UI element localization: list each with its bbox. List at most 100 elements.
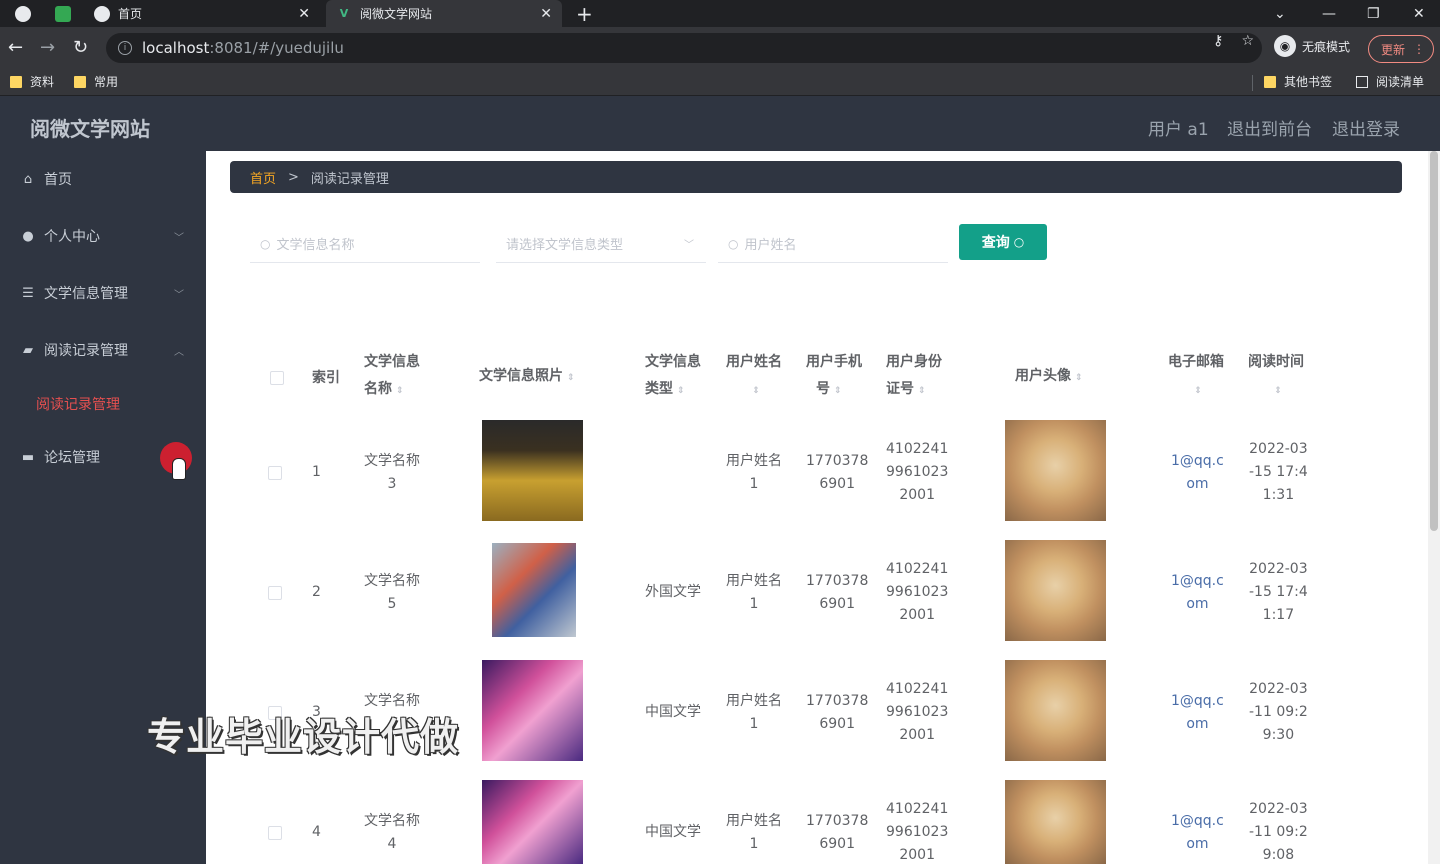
close-icon[interactable]: ✕ [298,6,310,22]
close-icon[interactable]: ✕ [540,6,552,22]
cell-type: 中国文学 [645,824,701,840]
logout-link[interactable]: 退出登录 [1332,115,1400,140]
new-tab-button[interactable]: + [576,2,593,26]
breadcrumb-current: 阅读记录管理 [310,171,389,187]
folder-icon [1264,75,1276,88]
literature-name-input[interactable]: ○ 文学信息名称 [250,225,480,263]
pinned-tab-1[interactable] [8,0,38,27]
url-path: :8081/#/yuedujilu [209,39,344,57]
bookmark-folder[interactable]: 常用 [74,73,118,90]
sort-icon[interactable]: ⇕ [396,378,404,405]
vue-icon: V [339,7,349,20]
cell-user-name: 用户姓名 1 [726,813,782,852]
watermark-overlay: 专业毕业设计代做 [147,715,460,759]
reading-list[interactable]: 阅读清单 [1356,73,1424,90]
bookmark-folder[interactable]: 资料 [10,73,54,90]
forum-icon: ▬ [21,449,35,465]
literature-photo[interactable] [482,780,583,864]
col-type[interactable]: 文学信息 类型 ⇕ [645,349,701,405]
user-avatar[interactable] [1005,660,1106,761]
sort-icon[interactable]: ⇕ [1194,378,1202,405]
sidebar-item-label: 论坛管理 [44,450,100,466]
tab-app[interactable]: V 阅微文学网站 ✕ [326,0,562,27]
cell-id-number: 4102241 9961023 2001 [886,441,949,503]
col-avatar[interactable]: 用户头像 ⇕ [1015,363,1083,392]
other-bookmarks[interactable]: 其他书签 [1264,73,1332,90]
back-arrow-icon[interactable]: ← [8,37,23,58]
col-phone[interactable]: 用户手机 号 ⇕ [806,349,862,405]
table-row[interactable]: 4 文学名称 4 中国文学 用户姓名 1 1770378 6901 4102241 99… [230,773,1330,864]
sidebar-item-reading[interactable]: ▰ 阅读记录管理 ︿ [0,330,206,370]
incognito-badge[interactable]: ◉ 无痕模式 [1274,35,1350,57]
col-label: 用户身份 [886,354,942,370]
col-email[interactable]: 电子邮箱 ⇕ [1168,349,1224,405]
search-icon: ○ [1013,235,1025,249]
user-name-input[interactable]: ○ 用户姓名 [718,225,948,263]
row-checkbox[interactable] [268,586,282,600]
bookmark-label: 资料 [30,75,55,89]
sidebar-item-literature[interactable]: ☰ 文学信息管理 ﹀ [0,273,206,313]
sort-icon[interactable]: ⇕ [918,378,926,405]
cell-phone: 1770378 6901 [806,453,869,492]
row-checkbox[interactable] [268,466,282,480]
breadcrumb: 首页 > 阅读记录管理 [230,161,1402,193]
restore-button[interactable]: ❐ [1367,0,1380,27]
cell-phone: 1770378 6901 [806,693,869,732]
sort-icon[interactable]: ⇕ [1075,365,1083,392]
url-field[interactable]: i localhost :8081/#/yuedujilu [106,33,1262,63]
col-user-name[interactable]: 用户姓名 ⇕ [726,349,782,405]
update-button[interactable]: 更新 ⋮ [1368,35,1434,63]
col-read-time[interactable]: 阅读时间 ⇕ [1248,349,1304,405]
row-checkbox[interactable] [268,826,282,840]
search-icon: ○ [260,236,271,251]
sort-icon[interactable]: ⇕ [834,378,842,405]
user-avatar[interactable] [1005,420,1106,521]
literature-photo[interactable] [482,420,583,521]
folder-icon [74,75,86,88]
col-id-number[interactable]: 用户身份 证号 ⇕ [886,349,942,405]
literature-type-select[interactable]: 请选择文学信息类型 ﹀ [496,225,706,263]
user-avatar[interactable] [1005,780,1106,864]
cell-email: 1@qq.c om [1171,693,1224,732]
close-window-button[interactable]: ✕ [1413,0,1425,27]
pinned-tab-2[interactable] [48,0,78,27]
scrollbar[interactable] [1428,151,1440,864]
cell-phone: 1770378 6901 [806,573,869,612]
literature-photo[interactable] [492,543,576,637]
tab-search-icon[interactable]: ⌄ [1274,0,1286,27]
literature-photo[interactable] [482,660,583,761]
table-row[interactable]: 1 文学名称 3 用户姓名 1 1770378 6901 4102241 9961023… [230,413,1330,533]
sidebar-item-profile[interactable]: ● 个人中心 ﹀ [0,216,206,256]
tab-home[interactable]: 首页 ✕ [84,0,320,27]
sort-icon[interactable]: ⇕ [567,365,575,392]
select-all-checkbox[interactable] [270,371,284,385]
col-label: 类型 [645,381,673,397]
sort-icon[interactable]: ⇕ [752,378,760,405]
breadcrumb-home[interactable]: 首页 [250,168,276,187]
minimize-button[interactable]: — [1322,0,1336,27]
col-photo[interactable]: 文学信息照片 ⇕ [479,363,575,392]
forward-arrow-icon[interactable]: → [40,37,55,58]
user-avatar[interactable] [1005,540,1106,641]
sidebar-item-home[interactable]: ⌂ 首页 [0,159,206,199]
cell-read-time: 2022-03 -15 17:4 1:17 [1249,561,1308,623]
query-button[interactable]: 查询 ○ [959,224,1047,260]
chevron-down-icon: ﹀ [684,240,694,251]
col-name[interactable]: 文学信息 名称 ⇕ [364,349,420,405]
sidebar-item-label: 阅读记录管理 [44,343,128,359]
key-icon[interactable]: ⚷ [1213,33,1223,49]
chevron-down-icon: ﹀ [174,232,184,244]
star-icon[interactable]: ☆ [1241,33,1254,49]
col-index: 索引 [312,370,340,386]
table-row[interactable]: 2 文学名称 5 外国文学 用户姓名 1 1770378 6901 4102241 99… [230,533,1330,653]
sort-icon[interactable]: ⇕ [677,378,685,405]
cell-name: 文学名称 3 [364,453,420,492]
sort-icon[interactable]: ⇕ [1274,378,1282,405]
scrollbar-thumb[interactable] [1430,151,1438,531]
back-to-front-link[interactable]: 退出到前台 [1227,115,1312,140]
sidebar-subitem-reading-records[interactable]: 阅读记录管理 [36,394,120,414]
info-icon[interactable]: i [118,41,132,55]
breadcrumb-separator: > [288,169,299,185]
reload-icon[interactable]: ↻ [73,37,88,58]
cell-id-number: 4102241 9961023 2001 [886,561,949,623]
